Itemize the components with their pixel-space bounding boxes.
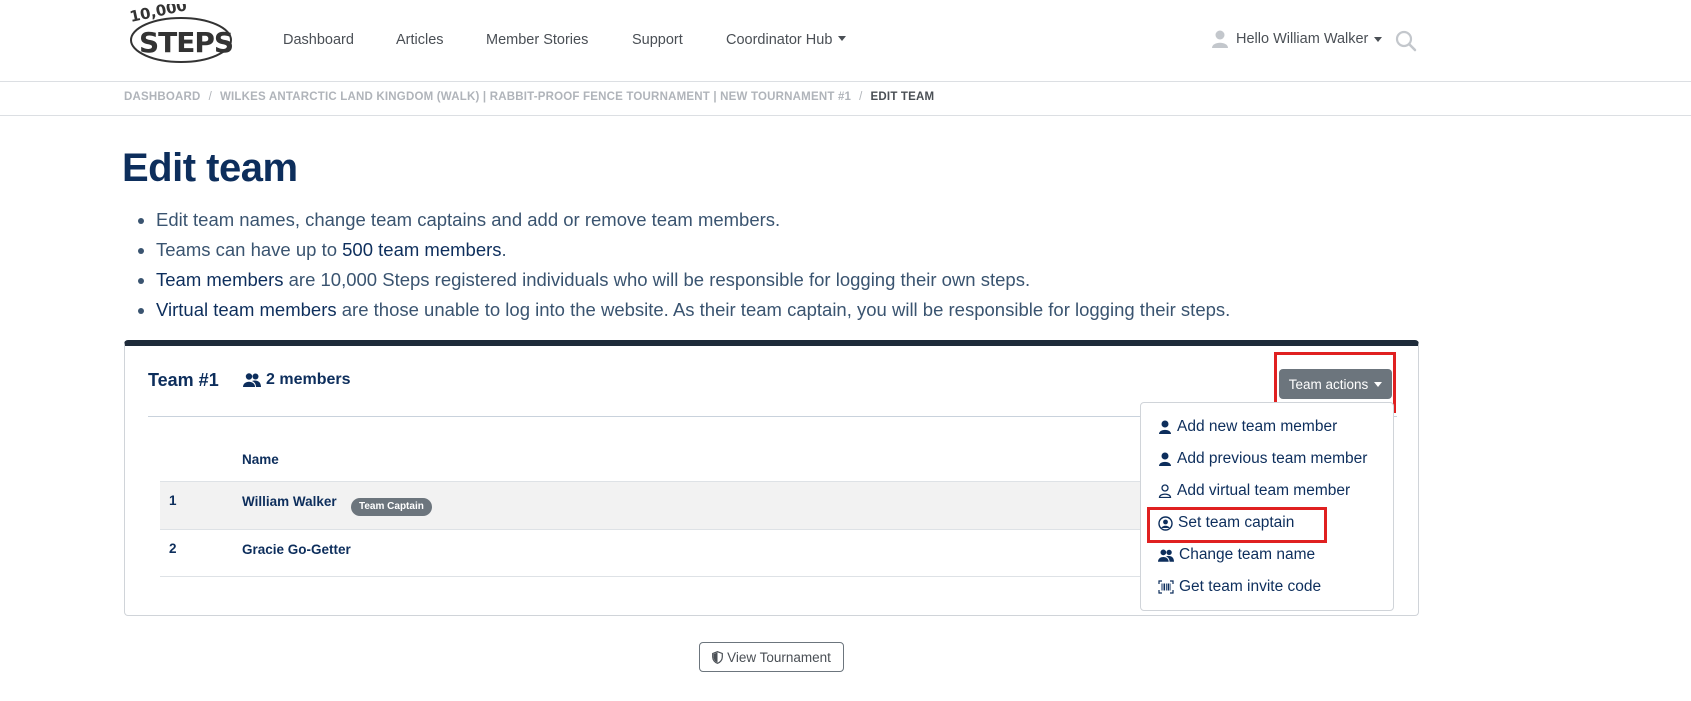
nav-articles[interactable]: Articles [396, 32, 444, 48]
table-row: 2 Gracie Go-Getter [160, 529, 1160, 577]
member-count: 2 members [243, 371, 351, 389]
user-icon [1159, 452, 1171, 466]
menu-item-change-team-name[interactable]: Change team name [1158, 543, 1315, 567]
intro-text: Edit team names, change team captains an… [156, 209, 781, 230]
intro-text: are those unable to log into the website… [336, 299, 1231, 320]
menu-item-label: Add new team member [1177, 418, 1338, 435]
menu-item-label: Add previous team member [1177, 450, 1368, 467]
top-navbar: 10,000 STEPS Dashboard Articles Member S… [0, 0, 1691, 82]
view-tournament-button[interactable]: View Tournament [699, 642, 844, 672]
user-icon [1159, 420, 1171, 434]
row-index: 2 [169, 541, 177, 556]
barcode-icon [1158, 580, 1174, 594]
nav-member-stories[interactable]: Member Stories [486, 32, 588, 48]
menu-item-get-invite-code[interactable]: Get team invite code [1158, 575, 1321, 599]
user-greeting: Hello William Walker [1236, 31, 1369, 47]
chevron-down-icon [1374, 381, 1383, 387]
users-icon [243, 373, 261, 387]
shield-icon [712, 650, 723, 664]
team-name: Team #1 [148, 370, 219, 390]
team-actions-label: Team actions [1288, 376, 1369, 392]
intro-item: Edit team names, change team captains an… [156, 205, 1230, 235]
nav-coordinator-hub-label: Coordinator Hub [726, 32, 833, 48]
breadcrumb-separator: / [859, 91, 863, 103]
nav-coordinator-hub[interactable]: Coordinator Hub [726, 32, 847, 48]
breadcrumb-separator: / [208, 91, 212, 103]
row-member-name: William Walker [242, 494, 337, 509]
intro-strong: 500 team members [342, 239, 502, 260]
row-index: 1 [169, 493, 177, 508]
menu-item-label: Add virtual team member [1177, 482, 1351, 499]
page-title: Edit team [122, 146, 298, 190]
user-outline-icon [1158, 484, 1172, 498]
10000-steps-logo[interactable]: 10,000 STEPS [123, 4, 235, 66]
chevron-down-icon [838, 36, 847, 41]
menu-item-add-previous-member[interactable]: Add previous team member [1158, 447, 1367, 471]
nav-dashboard[interactable]: Dashboard [283, 32, 354, 48]
user-menu[interactable]: Hello William Walker [1212, 30, 1383, 48]
intro-item: Teams can have up to 500 team members. [156, 235, 1230, 265]
row-member-name: Gracie Go-Getter [242, 542, 351, 557]
menu-item-add-new-member[interactable]: Add new team member [1158, 415, 1337, 439]
logo-image: 10,000 STEPS [128, 4, 234, 63]
breadcrumb-tournament[interactable]: WILKES ANTARCTIC LAND KINGDOM (WALK) | R… [220, 91, 851, 103]
intro-text: are 10,000 Steps registered individuals … [283, 269, 1031, 290]
table-header-name: Name [242, 452, 279, 467]
breadcrumb: DASHBOARD / WILKES ANTARCTIC LAND KINGDO… [0, 82, 1691, 116]
table-bottom-border [160, 576, 1160, 577]
intro-item: Virtual team members are those unable to… [156, 295, 1230, 325]
nav-support[interactable]: Support [632, 32, 683, 48]
intro-text: Teams can have up to [156, 239, 343, 260]
breadcrumb-dashboard[interactable]: DASHBOARD [124, 91, 201, 103]
team-captain-badge: Team Captain [351, 498, 432, 516]
intro-list: Edit team names, change team captains an… [134, 205, 1230, 325]
intro-item: Team members are 10,000 Steps registered… [156, 265, 1230, 295]
menu-item-add-virtual-member[interactable]: Add virtual team member [1158, 479, 1350, 503]
menu-item-label: Change team name [1179, 546, 1316, 563]
intro-strong: Virtual team members [156, 299, 337, 320]
member-count-label: 2 members [266, 371, 351, 388]
highlight-box [1147, 507, 1327, 543]
search-icon[interactable] [1395, 30, 1417, 52]
intro-text: . [501, 239, 507, 260]
table-row: 1 William Walker Team Captain [160, 481, 1160, 529]
user-icon [1212, 30, 1228, 48]
breadcrumb-current: EDIT TEAM [870, 91, 935, 103]
svg-text:STEPS: STEPS [139, 26, 233, 59]
team-actions-button[interactable]: Team actions [1279, 369, 1392, 399]
users-icon [1158, 549, 1174, 562]
view-tournament-label: View Tournament [727, 649, 831, 665]
intro-strong: Team members [156, 269, 284, 290]
chevron-down-icon [1374, 36, 1383, 42]
menu-item-label: Get team invite code [1179, 578, 1322, 595]
